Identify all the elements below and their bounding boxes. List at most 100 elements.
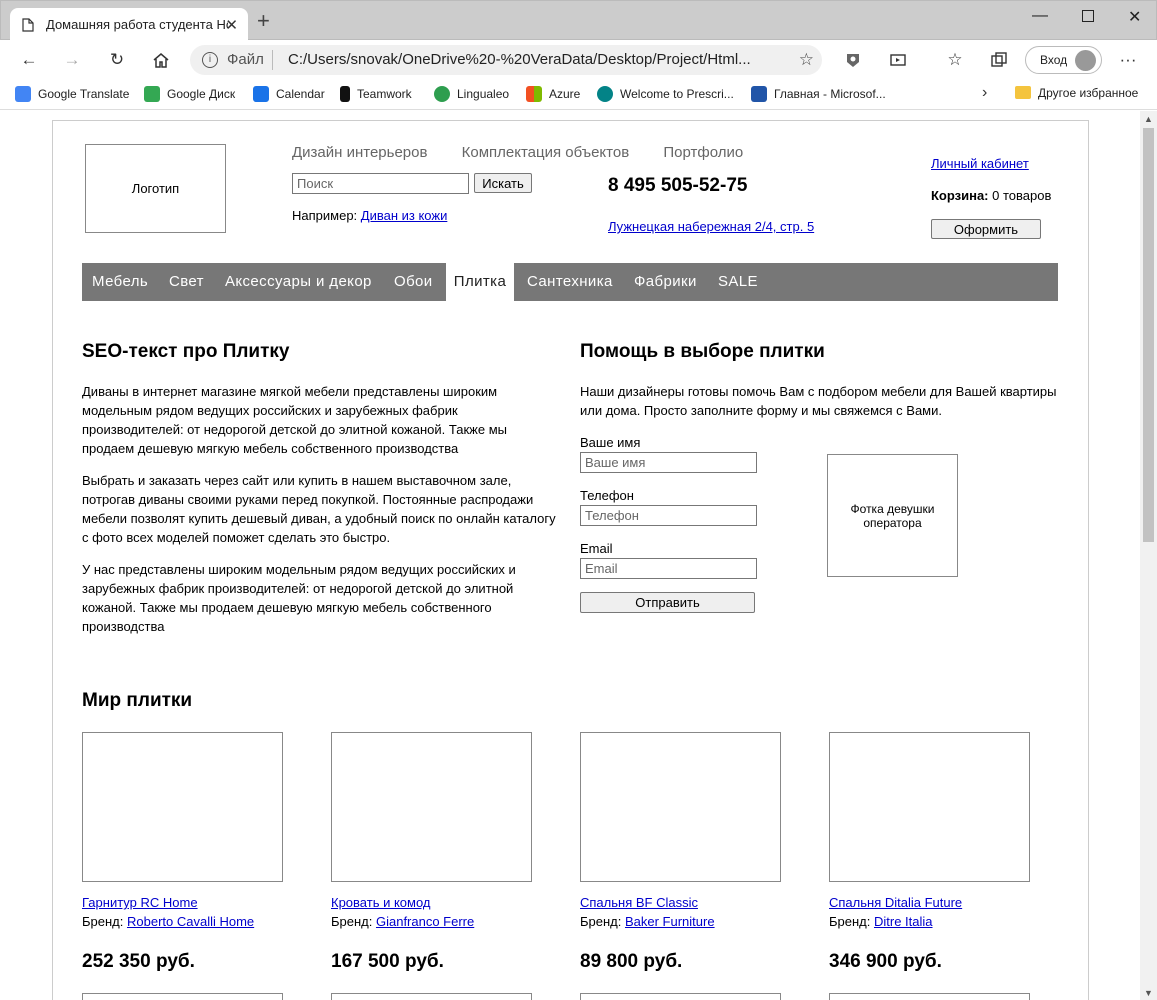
address-bar[interactable]: i Файл C:/Users/snovak/OneDrive%20-%20Ve…	[190, 45, 822, 75]
scroll-up-icon[interactable]: ▲	[1144, 114, 1153, 124]
bookmark-microsoft[interactable]: Главная - Microsof...	[751, 86, 886, 104]
logo-placeholder[interactable]: Логотип	[85, 144, 226, 233]
bookmark-google-translate[interactable]: Google Translate	[15, 86, 129, 104]
product-brand: Бренд: Gianfranco Ferre	[331, 914, 474, 929]
menu-item-plumbing[interactable]: Сантехника	[527, 263, 613, 301]
brand-link[interactable]: Roberto Cavalli Home	[127, 914, 254, 929]
product-image[interactable]	[580, 732, 781, 882]
product-image[interactable]	[829, 732, 1030, 882]
close-window-icon[interactable]: ✕	[1128, 7, 1141, 27]
cart-summary: Корзина: 0 товаров	[931, 188, 1051, 203]
logo-label: Логотип	[131, 181, 180, 196]
seo-title: SEO-текст про Плитку	[82, 341, 290, 362]
example-link[interactable]: Диван из кожи	[361, 208, 448, 223]
search-input[interactable]	[292, 173, 469, 194]
minimize-icon[interactable]: —	[1032, 7, 1048, 25]
bookmark-label: Google Диск	[167, 87, 236, 101]
brand-link[interactable]: Ditre Italia	[874, 914, 933, 929]
back-icon[interactable]: ←	[19, 50, 39, 70]
seo-paragraph: Диваны в интернет магазине мягкой мебели…	[82, 384, 507, 456]
bookmark-label: Azure	[549, 87, 581, 101]
bookmark-label: Google Translate	[38, 87, 130, 101]
close-tab-icon[interactable]: ✕	[225, 16, 238, 34]
brand-link[interactable]: Gianfranco Ferre	[376, 914, 474, 929]
avatar-icon	[1075, 50, 1096, 71]
signin-button[interactable]: Вход	[1025, 46, 1102, 74]
topnav-interior-design[interactable]: Дизайн интерьеров	[292, 144, 427, 161]
product-brand: Бренд: Ditre Italia	[829, 914, 933, 929]
browser-tab[interactable]: Домашняя работа студента Hom ✕	[10, 8, 248, 42]
address-divider	[272, 50, 273, 70]
maximize-icon[interactable]	[1082, 10, 1094, 22]
product-price: 252 350 руб.	[82, 951, 195, 972]
address-url[interactable]: C:/Users/snovak/OneDrive%20-%20VeraData/…	[288, 51, 788, 68]
menu-item-light[interactable]: Свет	[169, 263, 204, 301]
topnav-completion[interactable]: Комплектация объектов	[462, 144, 630, 161]
product-name-link[interactable]: Кровать и комод	[331, 895, 430, 910]
phone-label: Телефон	[580, 488, 634, 503]
bookmark-azure[interactable]: Azure	[526, 86, 580, 104]
email-label: Email	[580, 541, 613, 556]
google-translate-icon	[15, 86, 31, 102]
product-name-link[interactable]: Спальня Ditalia Future	[829, 895, 962, 910]
google-drive-icon	[144, 86, 160, 102]
scrollbar-thumb[interactable]	[1143, 128, 1154, 542]
account-link[interactable]: Личный кабинет	[931, 156, 1029, 171]
product-image[interactable]	[580, 993, 781, 1000]
home-icon[interactable]	[151, 50, 171, 70]
refresh-icon[interactable]: ↻	[107, 50, 127, 70]
bookmark-teamwork[interactable]: Teamwork	[340, 86, 412, 104]
product-name-link[interactable]: Спальня BF Classic	[580, 895, 698, 910]
search-button[interactable]: Искать	[474, 173, 532, 193]
brand-prefix: Бренд:	[331, 914, 376, 929]
microsoft-icon	[751, 86, 767, 102]
product-image[interactable]	[82, 993, 283, 1000]
media-icon[interactable]	[888, 50, 908, 70]
menu-item-accessories[interactable]: Аксессуары и декор	[225, 263, 372, 301]
operator-photo-label: Фотка девушки оператора	[850, 501, 935, 530]
other-bookmarks[interactable]: Другое избранное	[1015, 86, 1138, 100]
bookmark-calendar[interactable]: Calendar	[253, 86, 325, 104]
new-tab-icon[interactable]: +	[257, 10, 270, 32]
more-menu-icon[interactable]: ···	[1118, 50, 1138, 70]
menu-item-furniture[interactable]: Мебель	[92, 263, 148, 301]
product-image[interactable]	[829, 993, 1030, 1000]
folder-icon	[1015, 86, 1031, 99]
brand-link[interactable]: Baker Furniture	[625, 914, 715, 929]
vertical-scrollbar[interactable]: ▲ ▼	[1140, 111, 1157, 1000]
extension-icon[interactable]	[843, 50, 863, 70]
address-scheme: Файл	[227, 51, 264, 68]
info-icon[interactable]: i	[202, 52, 218, 68]
checkout-button[interactable]: Оформить	[931, 219, 1041, 239]
add-favorite-icon[interactable]: ☆	[799, 50, 814, 70]
favorites-icon[interactable]: ☆	[945, 50, 965, 70]
menu-item-factories[interactable]: Фабрики	[634, 263, 697, 301]
seo-paragraph: Выбрать и заказать через сайт или купить…	[82, 473, 556, 545]
submit-button[interactable]: Отправить	[580, 592, 755, 613]
product-image[interactable]	[331, 993, 532, 1000]
phone-field[interactable]	[580, 505, 757, 526]
product-image[interactable]	[331, 732, 532, 882]
product-image[interactable]	[82, 732, 283, 882]
search-example: Например: Диван из кожи	[292, 208, 447, 223]
menu-item-sale[interactable]: SALE	[718, 263, 758, 301]
bookmark-google-drive[interactable]: Google Диск	[144, 86, 235, 104]
scroll-down-icon[interactable]: ▼	[1144, 988, 1153, 998]
menu-item-tile[interactable]: Плитка	[446, 263, 514, 301]
product-name-link[interactable]: Гарнитур RC Home	[82, 895, 198, 910]
chevron-right-icon[interactable]: ›	[982, 84, 987, 102]
forward-icon[interactable]: →	[62, 50, 82, 70]
topnav-portfolio[interactable]: Портфолио	[663, 144, 743, 161]
email-field[interactable]	[580, 558, 757, 579]
other-bookmarks-label: Другое избранное	[1038, 86, 1139, 100]
brand-prefix: Бренд:	[82, 914, 127, 929]
azure-icon	[526, 86, 542, 102]
bookmark-prescri[interactable]: Welcome to Prescri...	[597, 86, 734, 104]
product-brand: Бренд: Roberto Cavalli Home	[82, 914, 254, 929]
bookmark-lingualeo[interactable]: Lingualeo	[434, 86, 509, 104]
name-field[interactable]	[580, 452, 757, 473]
collections-icon[interactable]	[989, 50, 1009, 70]
lingualeo-icon	[434, 86, 450, 102]
menu-item-wallpaper[interactable]: Обои	[394, 263, 433, 301]
address-link[interactable]: Лужнецкая набережная 2/4, стр. 5	[608, 219, 814, 234]
